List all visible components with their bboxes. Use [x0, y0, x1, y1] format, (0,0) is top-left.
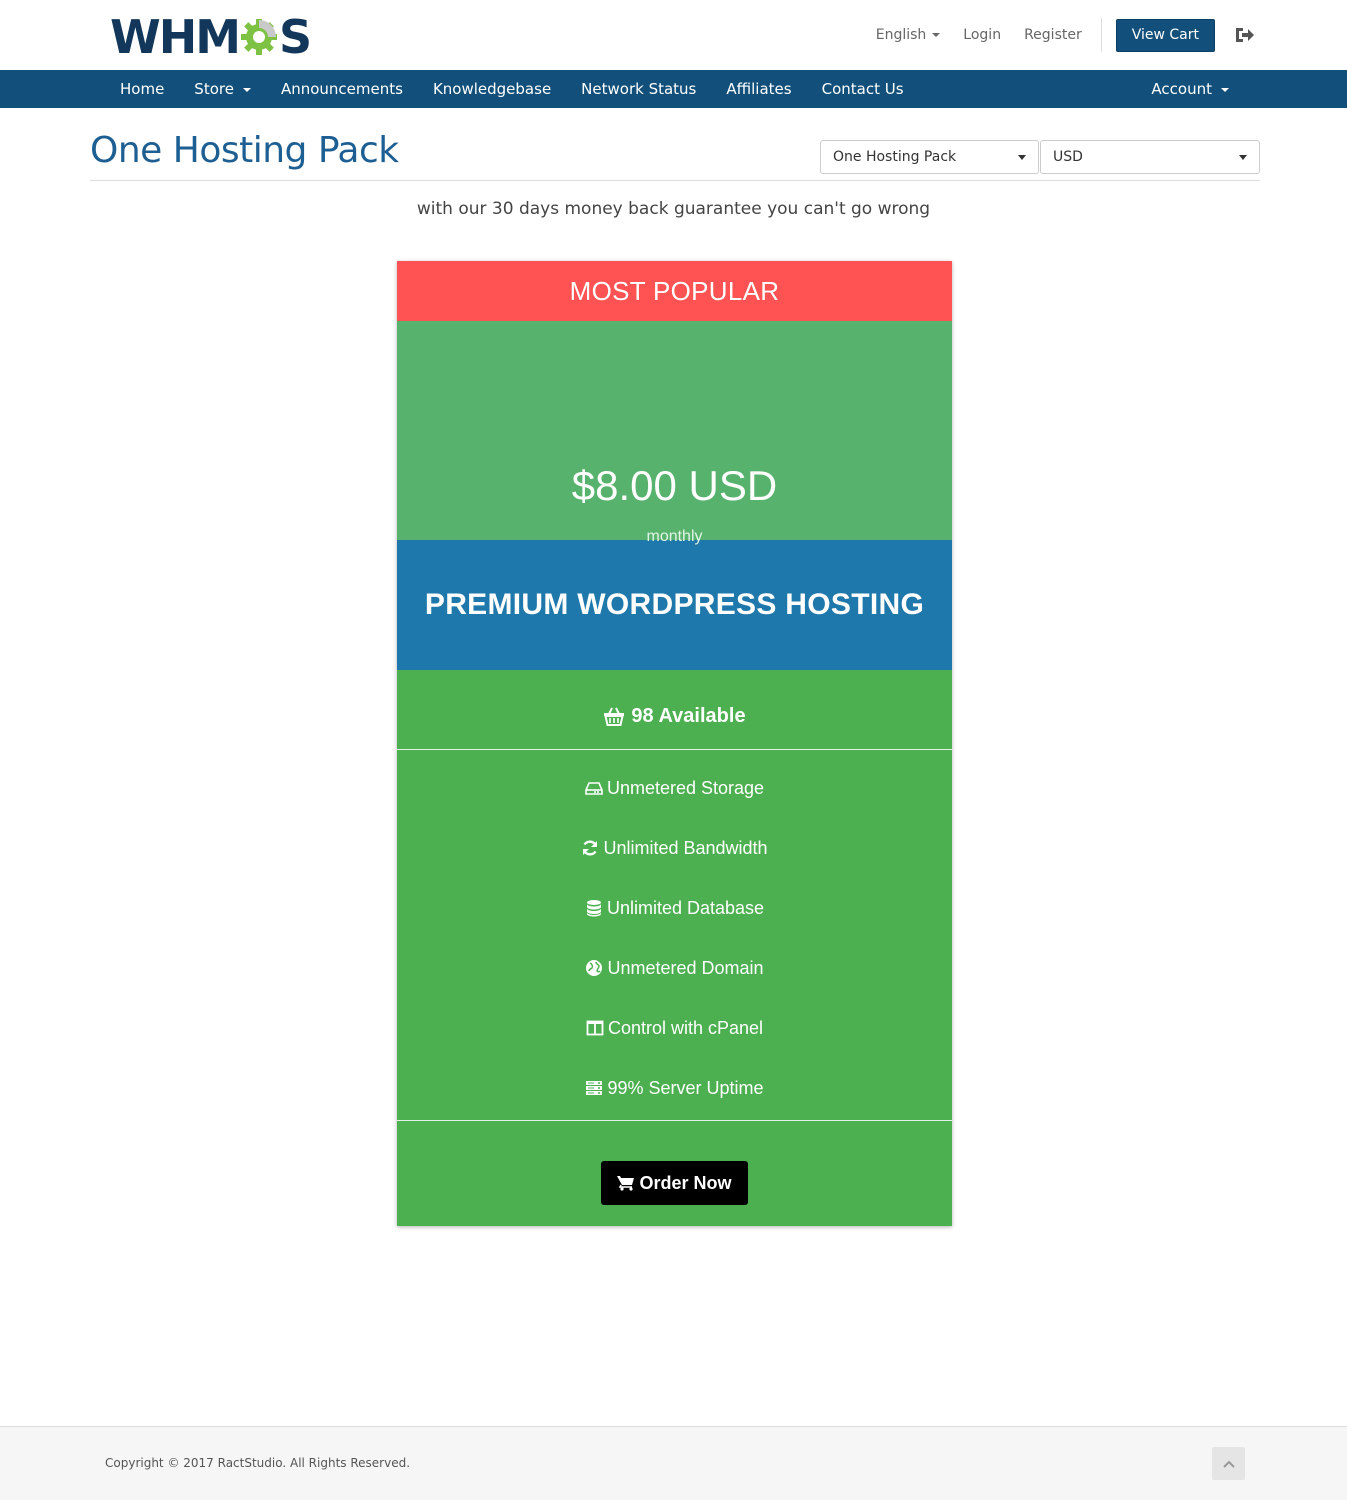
nav-item-store-label: Store — [194, 80, 234, 98]
top-links: English Login Register View Cart — [876, 0, 1347, 70]
chevron-down-icon — [1018, 155, 1026, 160]
nav-item-knowledgebase[interactable]: Knowledgebase — [418, 80, 566, 98]
chevron-down-icon — [242, 87, 251, 92]
language-dropdown[interactable]: English — [876, 27, 941, 43]
price: $8.00 USD — [571, 462, 778, 509]
billing-cycle: monthly — [646, 528, 703, 545]
currency-select[interactable]: USD — [1040, 140, 1260, 174]
nav-item-announcements[interactable]: Announcements — [266, 80, 418, 98]
feature-list: Unmetered Storage Unlimited Bandwidth Un… — [397, 750, 952, 1121]
hdd-icon — [585, 782, 603, 795]
logout-icon[interactable] — [1233, 24, 1255, 46]
nav-item-home[interactable]: Home — [105, 80, 179, 98]
product-name: PREMIUM WORDPRESS HOSTING — [397, 540, 952, 670]
nav-item-affiliates[interactable]: Affiliates — [711, 80, 806, 98]
page-title: One Hosting Pack — [90, 130, 399, 171]
availability: 98 Available — [397, 670, 952, 750]
feature-label: Unlimited Database — [606, 897, 765, 918]
gear-icon — [241, 19, 278, 55]
currency-select-value: USD — [1053, 149, 1083, 165]
order-now-button[interactable]: Order Now — [601, 1161, 748, 1205]
back-to-top-button[interactable] — [1212, 1447, 1245, 1480]
whmcs-logo[interactable]: WHM S — [110, 10, 312, 64]
copyright: Copyright © 2017 RactStudio. All Rights … — [105, 1456, 411, 1470]
divider — [1100, 18, 1102, 52]
logo-text-right: S — [279, 10, 312, 64]
list-item: Unlimited Database — [397, 878, 952, 938]
columns-icon — [586, 1020, 604, 1036]
list-item: Unlimited Bandwidth — [397, 818, 952, 878]
list-item: Unmetered Domain — [397, 938, 952, 998]
server-icon — [586, 1081, 603, 1095]
feature-label: 99% Server Uptime — [607, 1077, 764, 1098]
feature-label: Unlimited Bandwidth — [603, 837, 768, 858]
pricing-card: MOST POPULAR $8.00 USD monthly PREMIUM W… — [397, 261, 952, 1226]
availability-text: 98 Available — [631, 704, 746, 727]
nav-account-wrap: Account — [1136, 70, 1244, 108]
nav-item-store[interactable]: Store — [179, 80, 266, 98]
shopping-cart-icon — [617, 1176, 635, 1191]
nav-item-account-label: Account — [1151, 80, 1212, 98]
list-item: Unmetered Storage — [397, 758, 952, 818]
register-link[interactable]: Register — [1024, 27, 1082, 43]
order-wrap: Order Now — [397, 1121, 952, 1225]
nav-item-account[interactable]: Account — [1136, 80, 1244, 98]
most-popular-badge: MOST POPULAR — [397, 261, 952, 321]
product-group-select-value: One Hosting Pack — [833, 149, 957, 165]
nav-item-contact-us[interactable]: Contact Us — [807, 80, 919, 98]
chevron-down-icon — [1221, 87, 1229, 92]
view-cart-button[interactable]: View Cart — [1115, 18, 1215, 52]
feature-label: Unmetered Storage — [606, 777, 765, 798]
list-item: 99% Server Uptime — [397, 1058, 952, 1118]
database-icon — [586, 900, 601, 917]
globe-icon — [586, 960, 603, 976]
language-label: English — [875, 27, 927, 43]
page-header: One Hosting Pack One Hosting Pack USD — [90, 128, 1260, 181]
basket-icon — [604, 707, 625, 726]
feature-label: Control with cPanel — [607, 1017, 764, 1038]
feature-label: Unmetered Domain — [607, 957, 764, 978]
order-now-label: Order Now — [639, 1172, 732, 1193]
nav-item-network-status[interactable]: Network Status — [566, 80, 711, 98]
chevron-down-icon — [1239, 155, 1247, 160]
chevron-down-icon — [932, 33, 941, 37]
nav-items: Home Store Announcements Knowledgebase N… — [105, 70, 919, 108]
refresh-icon — [583, 840, 598, 856]
product-group-select[interactable]: One Hosting Pack — [820, 140, 1039, 174]
logo-text-left: WHM — [110, 10, 241, 64]
tagline: with our 30 days money back guarantee yo… — [416, 199, 931, 219]
footer: Copyright © 2017 RactStudio. All Rights … — [0, 1426, 1347, 1500]
list-item: Control with cPanel — [397, 998, 952, 1058]
main-navbar: Home Store Announcements Knowledgebase N… — [0, 70, 1347, 108]
price-block: $8.00 USD monthly — [397, 321, 952, 545]
chevron-up-icon — [1222, 1460, 1235, 1468]
login-link[interactable]: Login — [963, 27, 1001, 43]
top-header: WHM S English Login Register View Cart — [0, 0, 1347, 70]
